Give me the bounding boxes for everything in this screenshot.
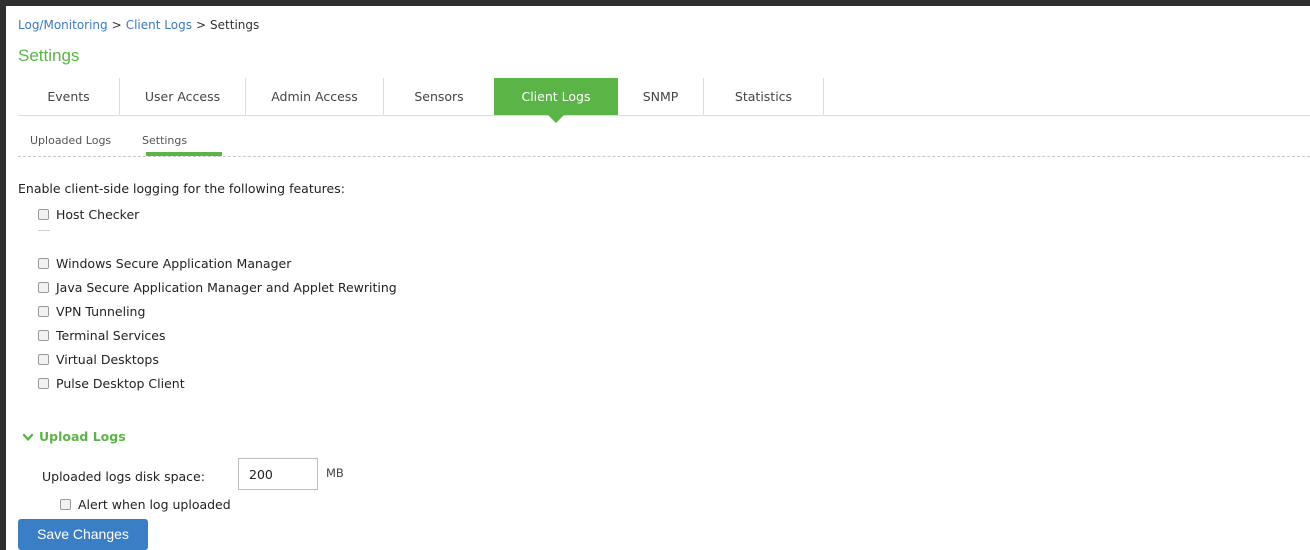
feature-virtual-desktops: Virtual Desktops	[38, 352, 159, 367]
upload-logs-heading: Upload Logs	[39, 429, 126, 444]
feature-terminal-services: Terminal Services	[38, 328, 166, 343]
tab-sensors[interactable]: Sensors	[384, 78, 494, 115]
host-checker-label: Host Checker	[56, 207, 140, 222]
feature-jsam: Java Secure Application Manager and Appl…	[38, 280, 397, 295]
alert-when-uploaded: Alert when log uploaded	[60, 497, 231, 512]
logging-intro: Enable client-side logging for the follo…	[18, 181, 345, 196]
alert-uploaded-label: Alert when log uploaded	[78, 497, 231, 512]
disk-space-unit: MB	[326, 466, 344, 480]
breadcrumb-current: Settings	[210, 18, 260, 32]
disk-space-input[interactable]	[238, 458, 318, 490]
divider	[38, 230, 50, 231]
alert-uploaded-checkbox[interactable]	[60, 499, 71, 510]
jsam-label: Java Secure Application Manager and Appl…	[56, 280, 397, 295]
breadcrumb: Log/Monitoring > Client Logs > Settings	[18, 18, 259, 32]
virtual-desktops-checkbox[interactable]	[38, 354, 49, 365]
window-top-border	[0, 0, 1310, 6]
main-tabs: Events User Access Admin Access Sensors …	[18, 78, 1310, 123]
pulse-desktop-client-label: Pulse Desktop Client	[56, 376, 185, 391]
tab-user-access[interactable]: User Access	[120, 78, 246, 115]
feature-host-checker: Host Checker	[38, 207, 139, 222]
tab-events[interactable]: Events	[18, 78, 120, 115]
tab-statistics[interactable]: Statistics	[704, 78, 824, 115]
pulse-desktop-client-checkbox[interactable]	[38, 378, 49, 389]
breadcrumb-client-logs[interactable]: Client Logs	[126, 18, 192, 32]
terminal-services-label: Terminal Services	[56, 328, 166, 343]
disk-space-label: Uploaded logs disk space:	[42, 469, 205, 484]
wsam-label: Windows Secure Application Manager	[56, 256, 292, 271]
chevron-down-icon	[22, 433, 34, 441]
tab-client-logs[interactable]: Client Logs	[494, 78, 618, 123]
feature-wsam: Windows Secure Application Manager	[38, 256, 291, 271]
vpn-tunneling-checkbox[interactable]	[38, 306, 49, 317]
breadcrumb-separator: >	[195, 18, 207, 32]
jsam-checkbox[interactable]	[38, 282, 49, 293]
terminal-services-checkbox[interactable]	[38, 330, 49, 341]
subtab-active-indicator	[146, 152, 222, 156]
save-changes-button[interactable]: Save Changes	[18, 519, 148, 550]
subtab-settings[interactable]: Settings	[142, 134, 187, 147]
feature-pulse-desktop-client: Pulse Desktop Client	[38, 376, 185, 391]
tab-admin-access[interactable]: Admin Access	[246, 78, 384, 115]
page-title: Settings	[18, 46, 80, 65]
upload-logs-toggle[interactable]: Upload Logs	[22, 429, 126, 444]
host-checker-checkbox[interactable]	[38, 209, 49, 220]
subtab-uploaded-logs[interactable]: Uploaded Logs	[30, 134, 111, 147]
wsam-checkbox[interactable]	[38, 258, 49, 269]
window-left-border	[0, 0, 6, 550]
virtual-desktops-label: Virtual Desktops	[56, 352, 159, 367]
feature-vpn-tunneling: VPN Tunneling	[38, 304, 145, 319]
breadcrumb-separator: >	[111, 18, 122, 32]
breadcrumb-log-monitoring[interactable]: Log/Monitoring	[18, 18, 108, 32]
vpn-tunneling-label: VPN Tunneling	[56, 304, 146, 319]
tab-snmp[interactable]: SNMP	[618, 78, 704, 115]
sub-tabs: Uploaded Logs Settings	[18, 128, 1310, 157]
